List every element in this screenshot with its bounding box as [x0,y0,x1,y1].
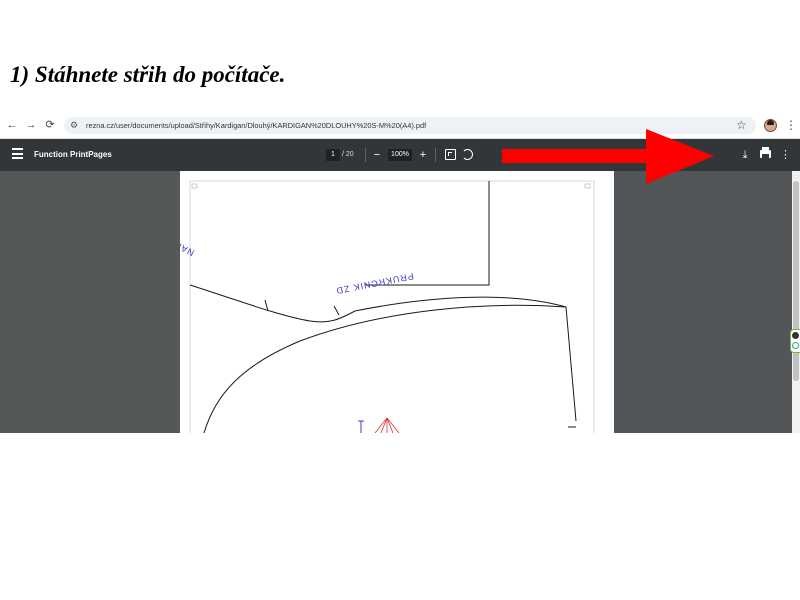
avatar[interactable] [764,119,777,132]
pattern-label-left: NARAN [180,232,196,258]
armhole-curve [203,304,567,433]
scrollbar[interactable] [792,171,800,433]
plus-icon[interactable]: + [416,147,430,163]
extension-icon[interactable] [790,329,800,353]
document-title: Function PrintPages [34,150,112,159]
fit-page-icon[interactable] [445,149,456,160]
red-arrow-annotation [502,129,714,184]
rotate-icon[interactable] [462,149,473,160]
star-icon[interactable]: ☆ [736,117,747,133]
url-text[interactable]: rezna.cz/user/documents/upload/Střihy/Ka… [86,117,426,134]
sewing-pattern: PRUKRCNIK ZD NARAN [180,180,595,433]
pdf-viewport: PRUKRCNIK ZD NARAN [0,171,800,433]
page-heading: 1) Stáhnete střih do počítače. [10,62,286,87]
page-total: / 20 [342,151,354,158]
download-icon[interactable]: ⤓ [740,147,750,163]
neckline-curve [189,284,567,323]
toolbar-divider [435,148,436,162]
side-seam [565,306,577,422]
zoom-input[interactable]: 100% [388,149,412,161]
pattern-label-top: PRUKRCNIK ZD [335,271,415,296]
collar-outline [365,181,490,286]
print-icon[interactable] [760,147,771,158]
hamburger-icon[interactable] [12,148,23,160]
red-fan-marker [374,417,400,433]
kebab-icon[interactable]: ⋮ [785,117,797,133]
thumbnail-sidebar [0,171,180,433]
page-number-input[interactable]: 1 [326,149,340,161]
tune-icon[interactable]: ⚙ [70,118,78,133]
notch-mark [333,305,340,316]
pdf-page: PRUKRCNIK ZD NARAN [180,171,614,433]
toolbar-divider [365,148,366,162]
arrow-shape [502,129,714,184]
arrow-left-icon[interactable]: ← [4,117,20,133]
arrow-right-icon[interactable]: → [23,117,39,133]
corner-mark [191,183,198,189]
page-border [189,180,595,433]
reload-icon[interactable]: ⟳ [42,117,58,133]
more-vert-icon[interactable]: ⋮ [780,147,791,163]
minus-icon[interactable]: − [370,147,384,163]
